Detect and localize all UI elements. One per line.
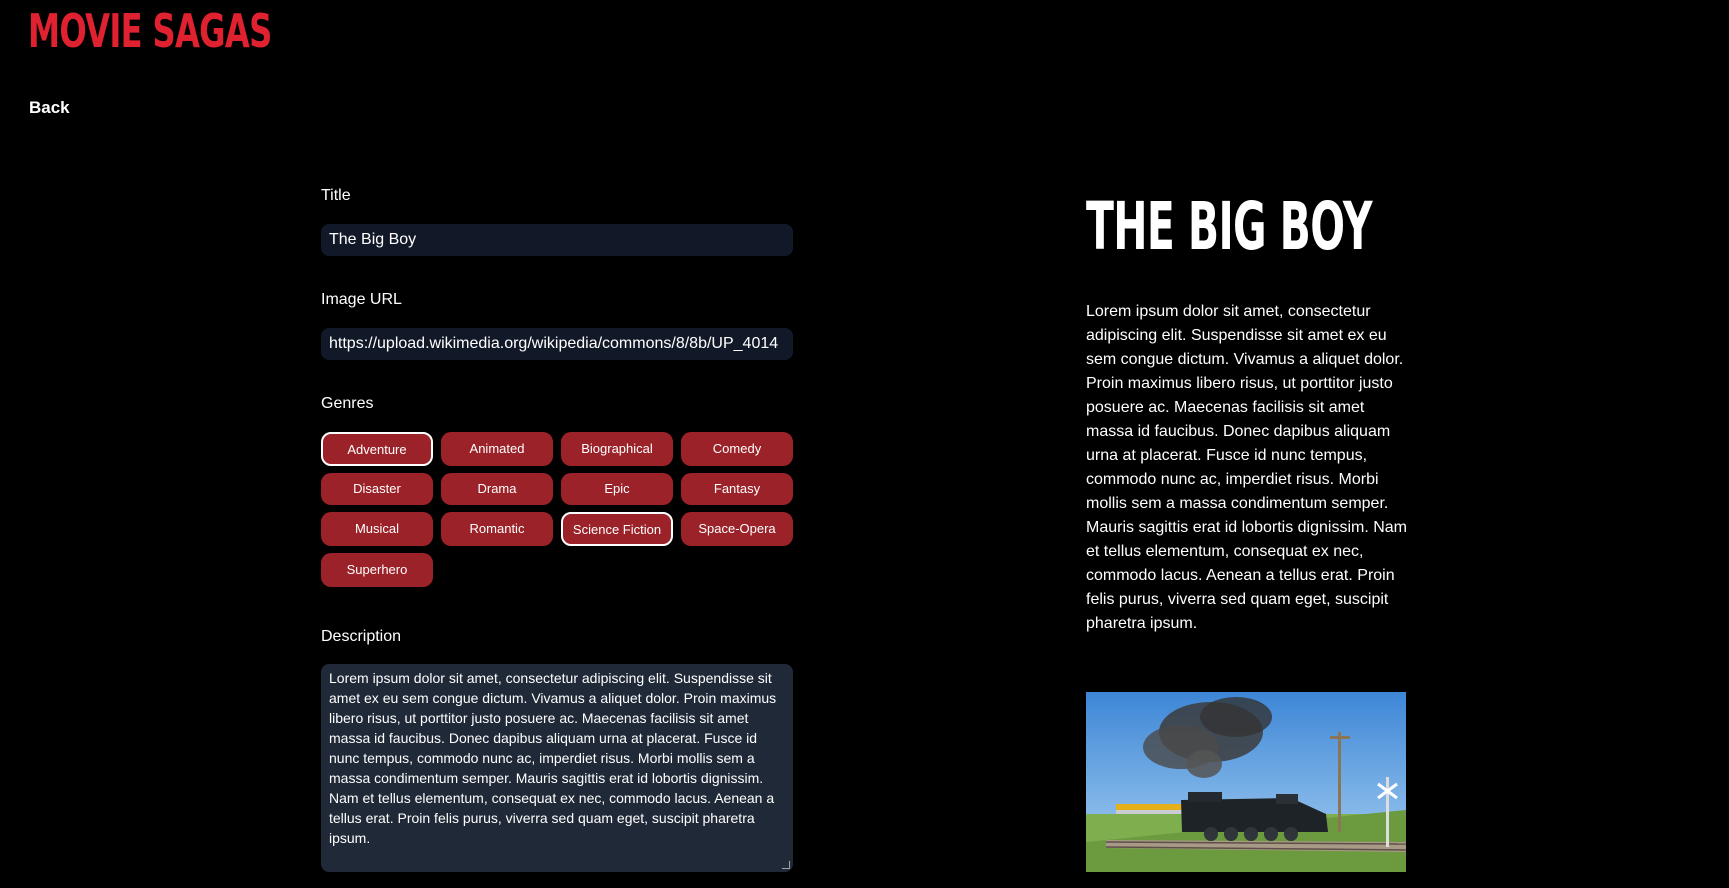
page: MOVIE SAGAS Back Title Image URL Genres … — [0, 0, 1729, 888]
image-url-input[interactable] — [321, 328, 793, 360]
genre-button-epic[interactable]: Epic — [561, 473, 673, 505]
genre-button-group: Adventure Animated Biographical Comedy D… — [321, 432, 793, 587]
title-label: Title — [321, 187, 351, 204]
preview-description: Lorem ipsum dolor sit amet, consectetur … — [1086, 303, 1407, 632]
locomotive-image-icon — [1086, 692, 1406, 872]
description-textarea[interactable]: Lorem ipsum dolor sit amet, consectetur … — [321, 664, 793, 872]
genre-button-space-opera[interactable]: Space-Opera — [681, 512, 793, 546]
preview-title: THE BIG BOY — [1086, 188, 1373, 265]
genre-button-comedy[interactable]: Comedy — [681, 432, 793, 466]
genres-label: Genres — [321, 395, 374, 412]
genre-button-superhero[interactable]: Superhero — [321, 553, 433, 587]
genre-button-romantic[interactable]: Romantic — [441, 512, 553, 546]
brand-logo[interactable]: MOVIE SAGAS — [28, 6, 272, 56]
genre-button-science-fiction[interactable]: Science Fiction — [561, 512, 673, 546]
genre-button-drama[interactable]: Drama — [441, 473, 553, 505]
genre-button-musical[interactable]: Musical — [321, 512, 433, 546]
genre-button-fantasy[interactable]: Fantasy — [681, 473, 793, 505]
description-label: Description — [321, 628, 402, 645]
genre-button-biographical[interactable]: Biographical — [561, 432, 673, 466]
preview-image — [1086, 692, 1406, 872]
image-url-label: Image URL — [321, 291, 402, 308]
genre-button-adventure[interactable]: Adventure — [321, 432, 433, 466]
genre-button-animated[interactable]: Animated — [441, 432, 553, 466]
title-input[interactable] — [321, 224, 793, 256]
genre-button-disaster[interactable]: Disaster — [321, 473, 433, 505]
back-link[interactable]: Back — [29, 98, 70, 118]
movie-preview: THE BIG BOY Lorem ipsum dolor sit amet, … — [1086, 186, 1408, 872]
